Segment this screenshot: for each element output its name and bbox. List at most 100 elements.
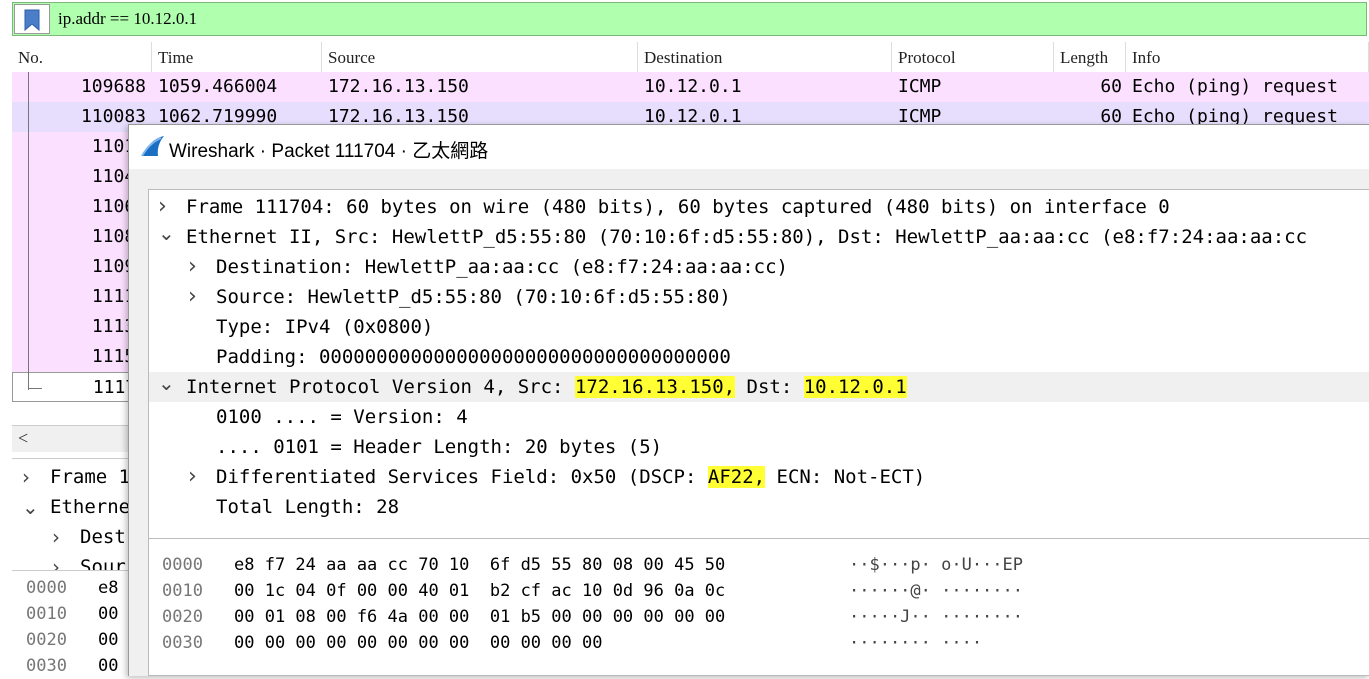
column-header-source[interactable]: Source — [322, 42, 638, 72]
hex-bytes: 00 00 00 00 00 00 00 00 00 00 00 00 — [234, 633, 603, 653]
tree-item[interactable]: 0100 .... = Version: 4 — [149, 402, 1369, 432]
detail-item[interactable]: › Dest — [12, 522, 129, 552]
cell-len: 60 — [1100, 76, 1122, 97]
cell-dst: 10.12.0.1 — [644, 76, 742, 97]
filter-bookmark-button[interactable] — [14, 4, 50, 34]
wireshark-fin-icon — [141, 136, 164, 157]
tree-item[interactable]: ⌄ Internet Protocol Version 4, Src: 172.1… — [149, 371, 1369, 402]
column-header-destination[interactable]: Destination — [638, 42, 892, 72]
text-segment: Source: HewlettP_d5:55:80 (70:10:6f:d5:5… — [216, 286, 731, 308]
packet-row[interactable]: 109688 1059.466004 172.16.13.150 10.12.0.1 I… — [12, 72, 1369, 102]
text-segment: Frame 111704: 60 bytes on wire (480 bits… — [186, 196, 1170, 218]
cell-proto: ICMP — [898, 76, 942, 97]
tree-item-text: 0100 .... = Version: 4 — [216, 402, 468, 432]
text-segment: Padding: 0000000000000000000000000000000… — [216, 346, 731, 368]
cell-no: 11153 — [91, 346, 146, 367]
text-segment: 0100 .... = Version: 4 — [216, 406, 468, 428]
tree-item[interactable]: ⌄ Ethernet II, Src: HewlettP_d5:55:80 (70… — [149, 221, 1369, 252]
hex-ascii: ·····J·· ········ — [849, 607, 1023, 627]
chevron-down-icon[interactable]: ⌄ — [158, 218, 175, 248]
tree-item[interactable]: › Destination: HewlettP_aa:aa:cc (e8:f7:2… — [149, 252, 1369, 282]
cell-no: 11131 — [91, 316, 146, 337]
hex-offset: 0030 — [26, 656, 67, 676]
hex-offset: 0020 — [26, 630, 67, 650]
chevron-right-icon[interactable]: › — [188, 282, 197, 312]
column-header-length[interactable]: Length — [1054, 42, 1126, 72]
cell-no: 11112 — [91, 286, 146, 307]
hex-offset: 0010 — [162, 581, 203, 601]
cell-no: 109688 — [80, 76, 146, 97]
tree-item[interactable]: › Source: HewlettP_d5:55:80 (70:10:6f:d5:… — [149, 282, 1369, 312]
text-segment: Total Length: 28 — [216, 496, 400, 518]
related-packets-line-end — [28, 388, 42, 389]
packet-list-header: No. Time Source Destination Protocol Length In… — [12, 42, 1369, 73]
packet-details-pane: › Frame 1 ⌄ Etherne › Dest › Sour — [12, 458, 131, 579]
tree-item-text: Internet Protocol Version 4, Src: 172.16… — [186, 372, 907, 402]
tree-item-text: Total Length: 28 — [216, 492, 399, 522]
tree-item-text: Source: HewlettP_d5:55:80 (70:10:6f:d5:5… — [216, 282, 731, 312]
cell-no: 11067 — [91, 196, 146, 217]
tree-item[interactable]: › Differentiated Services Field: 0x50 (DS… — [149, 462, 1369, 492]
display-filter-input[interactable] — [12, 2, 1367, 36]
highlighted-value: 172.16.13.150, — [574, 376, 736, 398]
tree-item-text: Ethernet II, Src: HewlettP_d5:55:80 (70:… — [186, 222, 1307, 252]
horizontal-scrollbar[interactable]: < — [12, 425, 129, 452]
tree-item[interactable]: Type: IPv4 (0x0800) — [149, 312, 1369, 342]
tree-item-text: Frame 111704: 60 bytes on wire (480 bits… — [186, 192, 1170, 222]
column-header-no[interactable]: No. — [12, 42, 152, 72]
hex-offset: 0010 — [26, 604, 67, 624]
packet-dialog: Wireshark · Packet 111704 · 乙太網路 › Frame … — [128, 124, 1369, 676]
text-segment: Type: IPv4 (0x0800) — [216, 316, 434, 338]
hex-bytes: 00 01 08 00 f6 4a 00 00 01 b5 00 00 00 0… — [234, 607, 726, 627]
hex-offset: 0000 — [26, 578, 67, 598]
hex-ascii: ··$···p· o·U···EP — [849, 555, 1023, 575]
detail-text: Dest — [80, 526, 126, 548]
chevron-down-icon[interactable]: ⌄ — [158, 368, 175, 398]
chevron-down-icon[interactable]: ⌄ — [22, 492, 39, 522]
display-filter-text: ip.addr == 10.12.0.1 — [58, 9, 198, 28]
cell-time: 1059.466004 — [158, 76, 278, 97]
text-segment: Dst: — [735, 376, 804, 398]
hex-bytes: e8 — [98, 578, 119, 598]
hex-bytes: 00 — [98, 656, 119, 676]
chevron-right-icon[interactable]: › — [188, 252, 197, 282]
dialog-title: Wireshark · Packet 111704 · 乙太網路 — [169, 141, 489, 162]
cell-no: 110083 — [80, 106, 146, 127]
chevron-right-icon[interactable]: › — [188, 462, 197, 492]
scroll-left-arrow-icon[interactable]: < — [18, 428, 28, 449]
tree-item-text: Destination: HewlettP_aa:aa:cc (e8:f7:24… — [216, 252, 788, 282]
cell-src: 172.16.13.150 — [328, 76, 469, 97]
text-segment: Ethernet II, Src: HewlettP_d5:55:80 (70:… — [186, 226, 1308, 248]
detail-text: Etherne — [50, 496, 131, 518]
hex-bytes: e8 f7 24 aa aa cc 70 10 6f d5 55 80 08 0… — [234, 555, 726, 575]
highlighted-value: 10.12.0.1 — [803, 376, 907, 398]
detail-item[interactable]: › Frame 1 — [12, 462, 130, 492]
hex-bytes: 00 — [98, 604, 119, 624]
hex-offset: 0020 — [162, 607, 203, 627]
cell-no: 11013 — [91, 136, 146, 157]
related-packets-line — [28, 72, 29, 390]
tree-item[interactable]: › Frame 111704: 60 bytes on wire (480 bit… — [149, 192, 1369, 222]
tree-item-text: Type: IPv4 (0x0800) — [216, 312, 433, 342]
detail-item[interactable]: ⌄ Etherne — [12, 492, 131, 522]
column-header-info[interactable]: Info — [1126, 42, 1369, 72]
bookmark-icon — [24, 9, 40, 31]
tree-item[interactable]: .... 0101 = Header Length: 20 bytes (5) — [149, 432, 1369, 462]
hex-bytes: 00 — [98, 630, 119, 650]
column-header-protocol[interactable]: Protocol — [892, 42, 1054, 72]
dialog-titlebar[interactable]: Wireshark · Packet 111704 · 乙太網路 — [129, 125, 1369, 169]
chevron-right-icon[interactable]: › — [22, 462, 30, 492]
tree-item-text: Differentiated Services Field: 0x50 (DSC… — [216, 462, 925, 492]
column-header-time[interactable]: Time — [152, 42, 322, 72]
cell-info: Echo (ping) request — [1132, 76, 1338, 97]
hex-ascii: ······@· ········ — [849, 581, 1023, 601]
chevron-right-icon[interactable]: › — [52, 522, 60, 552]
cell-no: 11040 — [91, 166, 146, 187]
display-filter-bar: ip.addr == 10.12.0.1 — [0, 0, 1369, 40]
tree-item[interactable]: Total Length: 28 — [149, 492, 1369, 522]
text-segment: Internet Protocol Version 4, Src: — [186, 376, 575, 398]
cell-no: 11094 — [91, 256, 146, 277]
tree-item-text: .... 0101 = Header Length: 20 bytes (5) — [216, 432, 662, 462]
hex-offset: 0030 — [162, 633, 203, 653]
tree-item[interactable]: Padding: 0000000000000000000000000000000… — [149, 342, 1369, 372]
